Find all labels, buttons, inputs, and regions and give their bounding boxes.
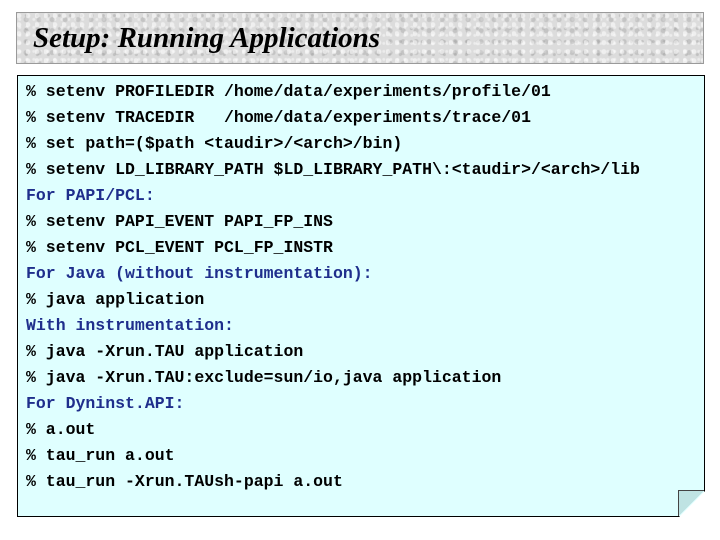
- slide-title: Setup: Running Applications: [33, 22, 381, 54]
- line-java-xrun-tau: % java -Xrun.TAU application: [26, 342, 304, 361]
- command-list: % setenv PROFILEDIR /home/data/experimen…: [26, 79, 640, 495]
- line-java-application: % java application: [26, 290, 205, 309]
- line-tau-run-papi: % tau_run -Xrun.TAUsh-papi a.out: [26, 472, 343, 491]
- line-profiledir: % setenv PROFILEDIR /home/data/experimen…: [26, 82, 551, 101]
- line-set-path: % set path=($path <taudir>/<arch>/bin): [26, 134, 403, 153]
- heading-dyninst: For Dyninst.API:: [26, 394, 185, 413]
- line-tau-run: % tau_run a.out: [26, 446, 175, 465]
- line-pcl-event: % setenv PCL_EVENT PCL_FP_INSTR: [26, 238, 333, 257]
- line-a-out: % a.out: [26, 420, 96, 439]
- heading-java: For Java (without instrumentation):: [26, 264, 373, 283]
- title-bar: Setup: Running Applications: [16, 12, 704, 64]
- folded-corner: [678, 490, 704, 516]
- line-tracedir: % setenv TRACEDIR /home/data/experiments…: [26, 108, 531, 127]
- line-java-xrun-tau-exclude: % java -Xrun.TAU:exclude=sun/io,java app…: [26, 368, 502, 387]
- heading-papi-pcl: For PAPI/PCL:: [26, 186, 155, 205]
- heading-with-instrumentation: With instrumentation:: [26, 316, 234, 335]
- line-ld-library-path: % setenv LD_LIBRARY_PATH $LD_LIBRARY_PAT…: [26, 160, 640, 179]
- line-papi-event: % setenv PAPI_EVENT PAPI_FP_INS: [26, 212, 333, 231]
- content-note-box: % setenv PROFILEDIR /home/data/experimen…: [17, 75, 705, 517]
